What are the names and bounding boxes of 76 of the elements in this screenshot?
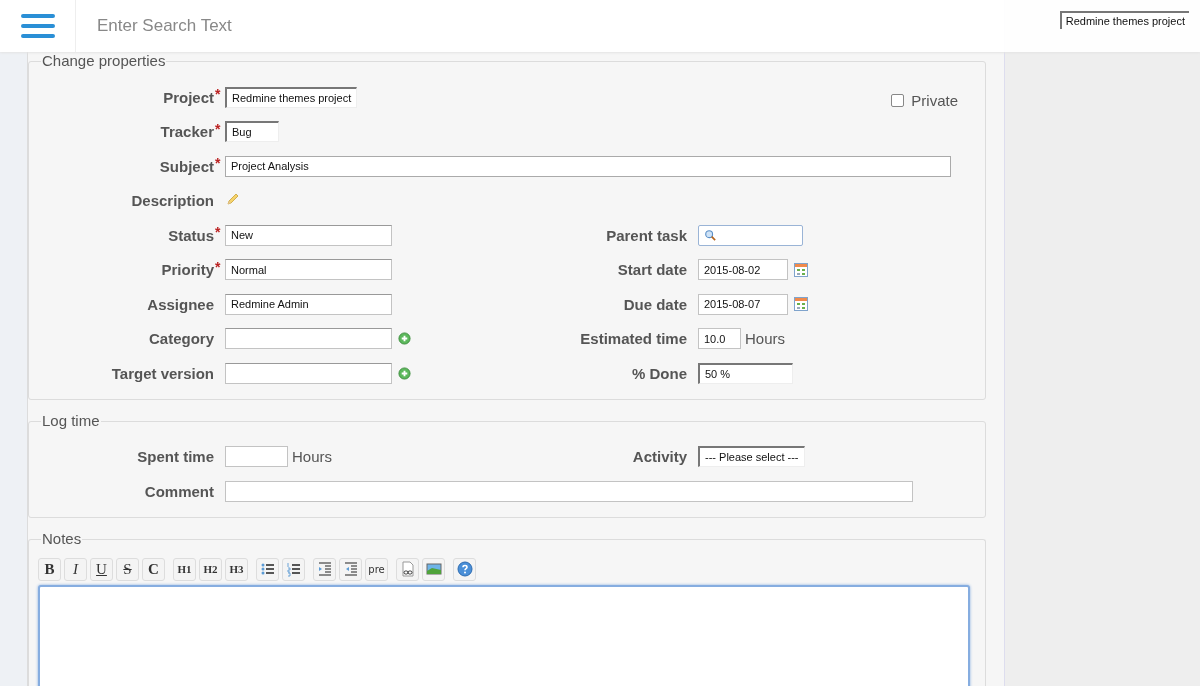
field-label: Subject xyxy=(158,157,214,175)
calendar-icon[interactable] xyxy=(794,297,808,312)
input-field[interactable] xyxy=(225,362,392,384)
search-field[interactable] xyxy=(698,224,803,246)
project-select[interactable]: Redmine themes project xyxy=(1059,11,1189,29)
field-label: Project xyxy=(162,88,214,106)
indent-icon xyxy=(316,561,333,577)
input-field[interactable]: 50 % xyxy=(698,362,793,384)
toolbar-button[interactable] xyxy=(422,557,445,581)
required-mark: * xyxy=(215,120,221,137)
link-icon xyxy=(399,561,416,577)
field-label: Assignee xyxy=(146,295,214,313)
menu-icon xyxy=(20,12,55,40)
input-field[interactable]: Normal xyxy=(225,259,392,281)
format-button[interactable]: U xyxy=(90,557,113,581)
bullet-list-icon xyxy=(259,561,276,577)
input-field[interactable]: 10.0 xyxy=(698,328,741,350)
input-field[interactable]: --- Please select --- xyxy=(698,446,805,468)
numbered-list-icon xyxy=(285,561,302,577)
required-mark: * xyxy=(215,224,221,240)
pencil-icon[interactable] xyxy=(226,191,240,206)
format-button[interactable]: H1 xyxy=(173,557,196,581)
fieldset-legend: Change properties xyxy=(41,52,167,69)
toolbar-button[interactable] xyxy=(339,557,362,581)
input-field[interactable]: Redmine Admin xyxy=(225,293,392,315)
required-mark: * xyxy=(215,258,221,275)
search-icon xyxy=(704,229,716,242)
format-button[interactable]: pre xyxy=(365,557,388,581)
field-label: Start date xyxy=(616,261,687,279)
image-icon xyxy=(425,561,442,577)
field-label: Spent time xyxy=(136,448,214,466)
format-button[interactable]: B xyxy=(38,557,61,581)
format-button[interactable]: H2 xyxy=(199,557,222,581)
field-label: % Done xyxy=(631,364,687,382)
unit-label: Hours xyxy=(745,330,785,348)
input-field[interactable]: Redmine themes project xyxy=(225,86,358,108)
input-field[interactable] xyxy=(225,328,392,350)
field-label: Category xyxy=(147,330,214,348)
private-label: Private xyxy=(911,92,958,109)
field-label: Parent task xyxy=(605,226,687,244)
format-button[interactable]: I xyxy=(64,557,87,581)
toolbar-button[interactable] xyxy=(282,557,305,581)
toolbar-button[interactable] xyxy=(453,557,476,581)
field-label: Activity xyxy=(631,448,687,466)
input-field[interactable]: 2015-08-07 xyxy=(698,293,788,315)
outdent-icon xyxy=(342,561,359,577)
unit-label: Hours xyxy=(292,448,332,466)
field-label: Tracker xyxy=(159,123,214,141)
input-field[interactable]: New xyxy=(225,224,392,246)
field-label: Priority xyxy=(160,261,214,279)
menu-button[interactable] xyxy=(0,0,76,52)
search-field[interactable]: Enter Search Text xyxy=(97,16,232,36)
toolbar-button[interactable] xyxy=(313,557,336,581)
field-label: Description xyxy=(130,192,214,210)
help-icon xyxy=(456,561,473,577)
calendar-icon[interactable] xyxy=(794,262,808,277)
private-checkbox[interactable] xyxy=(891,94,905,107)
format-button[interactable]: C xyxy=(142,557,165,581)
input-field[interactable] xyxy=(225,480,913,502)
field-label: Target version xyxy=(110,364,214,382)
format-button[interactable]: H3 xyxy=(225,557,248,581)
toolbar-button[interactable] xyxy=(396,557,419,581)
input-field[interactable]: Project Analysis xyxy=(225,155,951,177)
required-mark: * xyxy=(215,86,221,102)
field-label: Status xyxy=(167,226,214,244)
input-field[interactable]: Bug xyxy=(225,121,279,143)
field-label: Comment xyxy=(143,482,214,500)
input-field[interactable] xyxy=(225,446,288,468)
required-mark: * xyxy=(215,155,221,171)
add-icon[interactable] xyxy=(398,332,411,346)
input-field[interactable]: 2015-08-02 xyxy=(698,259,788,281)
field-label: Estimated time xyxy=(579,330,687,348)
field-label: Due date xyxy=(622,295,687,313)
toolbar-button[interactable] xyxy=(256,557,279,581)
add-icon[interactable] xyxy=(398,366,411,380)
format-button[interactable]: S xyxy=(116,557,139,581)
